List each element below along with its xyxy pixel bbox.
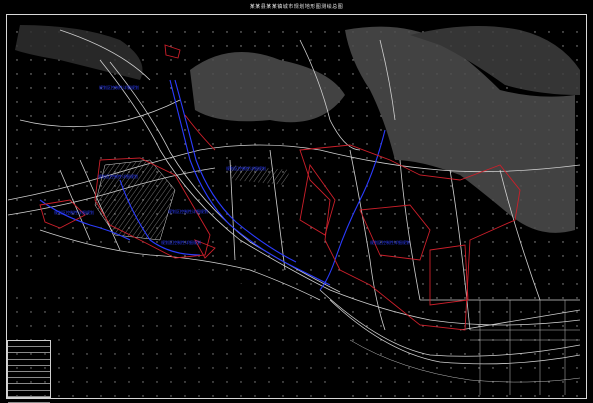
zone-label: 规划区控制性详细规划 [370,240,410,245]
map-graphics [7,22,586,398]
zone-label: 规划区控制性详细规划 [99,85,139,90]
zone-label: 规划区控制性详细规划 [168,209,208,214]
zone-label: 规划区控制性详细规划 [54,210,94,215]
cad-drawing-canvas: 某某县某某镇城市规划地形图测绘总图 规划区控制性详细规划 规划区控制性详细规划 … [0,0,593,403]
zone-label: 规划区控制性详细规划 [98,174,138,179]
zone-label: 规划区控制性详细规划 [226,166,266,171]
zone-label: 规划区控制性详细规划 [161,240,201,245]
legend-table [7,340,51,403]
legend-row [8,397,50,403]
